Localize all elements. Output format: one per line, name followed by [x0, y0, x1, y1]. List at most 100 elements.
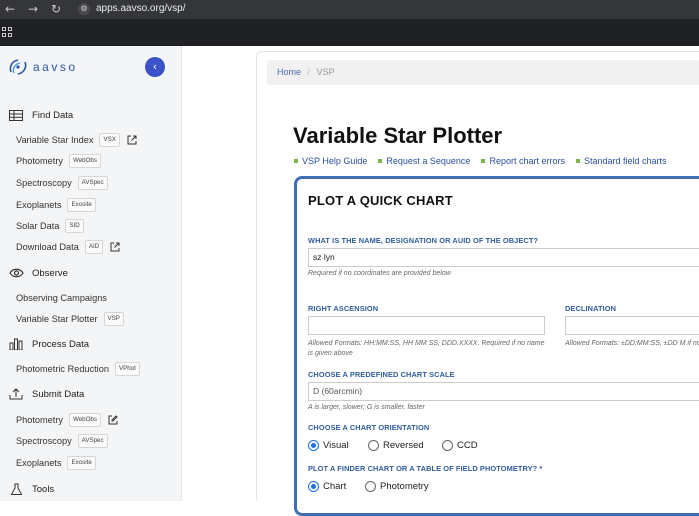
- address-bar[interactable]: ⚙ apps.aavso.org/vsp/: [72, 1, 699, 18]
- radio-selected-icon[interactable]: [308, 440, 319, 451]
- sidebar-item-solar-data[interactable]: Solar Data SID: [16, 218, 84, 234]
- section-tools[interactable]: Tools: [8, 481, 54, 497]
- edit-icon: [108, 415, 118, 425]
- sidebar-item-variable-star-plotter[interactable]: Variable Star Plotter VSP: [16, 311, 124, 327]
- sidebar-item-download-data[interactable]: Download Data AID: [16, 239, 120, 255]
- main-content: Home / VSP Variable Star Plotter VSP Hel…: [256, 51, 699, 516]
- declination-input[interactable]: [565, 316, 699, 335]
- radio-label: CCD: [457, 440, 478, 451]
- radio-icon[interactable]: [365, 481, 376, 492]
- radio-label: Photometry: [380, 481, 429, 492]
- browser-toolbar: ← → ↻ ⚙ apps.aavso.org/vsp/: [0, 0, 699, 19]
- sidebar-item-label: Exoplanets: [16, 200, 62, 210]
- link-vsp-help-guide[interactable]: VSP Help Guide: [294, 156, 367, 166]
- section-title: Observe: [32, 267, 68, 279]
- link-label[interactable]: Standard field charts: [584, 156, 667, 166]
- object-name-help: Required if no coordinates are provided …: [308, 270, 451, 277]
- breadcrumb-current: VSP: [316, 67, 335, 77]
- aavso-logo-icon: [9, 59, 27, 75]
- breadcrumb: Home / VSP: [267, 60, 699, 85]
- right-ascension-input[interactable]: [308, 316, 545, 335]
- chart-scale-label: CHOOSE A PREDEFINED CHART SCALE: [308, 370, 455, 379]
- type-chart-radio[interactable]: Chart: [308, 481, 346, 492]
- form-title: PLOT A QUICK CHART: [308, 193, 453, 208]
- section-find-data[interactable]: Find Data: [8, 107, 73, 123]
- badge: WebObs: [68, 413, 101, 427]
- sidebar-item-spectroscopy[interactable]: Spectroscopy AVSpec: [16, 175, 108, 191]
- external-link-icon: [127, 135, 137, 145]
- forward-icon[interactable]: →: [26, 2, 40, 16]
- sidebar-item-label: Variable Star Index: [16, 135, 94, 145]
- object-name-label: WHAT IS THE NAME, DESIGNATION OR AUID OF…: [308, 236, 539, 245]
- sidebar-item-label: Photometry: [16, 415, 63, 425]
- badge: VSP: [103, 312, 124, 326]
- sidebar-item-variable-star-index[interactable]: Variable Star Index VSX: [16, 132, 137, 148]
- orientation-reversed-radio[interactable]: Reversed: [368, 440, 424, 451]
- sidebar-item-photometric-reduction[interactable]: Photometric Reduction VPhot: [16, 361, 140, 377]
- sidebar-item-submit-photometry[interactable]: Photometry WebObs: [16, 412, 118, 428]
- badge: AID: [84, 240, 104, 254]
- breadcrumb-home-link[interactable]: Home: [277, 67, 301, 77]
- right-ascension-label: RIGHT ASCENSION: [308, 304, 379, 313]
- object-name-input[interactable]: sz lyn: [308, 248, 699, 267]
- sidebar: aavso ‹ Find Data Variable Star Index VS…: [0, 46, 182, 501]
- radio-icon[interactable]: [442, 440, 453, 451]
- section-title: Submit Data: [32, 388, 85, 400]
- browser-chrome: ← → ↻ ⚙ apps.aavso.org/vsp/: [0, 0, 699, 46]
- site-info-icon[interactable]: ⚙: [78, 3, 90, 15]
- upload-icon: [8, 387, 24, 401]
- badge: Exosite: [67, 198, 96, 212]
- reload-icon[interactable]: ↻: [49, 2, 63, 16]
- link-label[interactable]: Request a Sequence: [386, 156, 470, 166]
- sidebar-item-submit-exoplanets[interactable]: Exoplanets Exosite: [16, 455, 96, 471]
- sidebar-item-photometry[interactable]: Photometry WebObs: [16, 153, 101, 169]
- type-photometry-radio[interactable]: Photometry: [365, 481, 429, 492]
- link-label[interactable]: VSP Help Guide: [302, 156, 367, 166]
- radio-label: Visual: [323, 440, 349, 451]
- apps-grid-icon[interactable]: [2, 27, 12, 37]
- section-title: Tools: [32, 483, 55, 495]
- sidebar-item-exoplanets[interactable]: Exoplanets Exosite: [16, 197, 96, 213]
- orientation-ccd-radio[interactable]: CCD: [442, 440, 478, 451]
- link-request-sequence[interactable]: Request a Sequence: [378, 156, 470, 166]
- eye-icon: [8, 266, 24, 280]
- chart-scale-select[interactable]: D (60arcmin): [308, 382, 699, 401]
- badge: VPhot: [114, 362, 140, 376]
- section-observe[interactable]: Observe: [8, 265, 68, 281]
- back-icon[interactable]: ←: [3, 2, 17, 16]
- orientation-visual-radio[interactable]: Visual: [308, 440, 349, 451]
- external-link-icon: [110, 242, 120, 252]
- link-label[interactable]: Report chart errors: [489, 156, 565, 166]
- section-title: Process Data: [32, 338, 90, 350]
- link-standard-field-charts[interactable]: Standard field charts: [575, 156, 667, 166]
- logo-text: aavso: [33, 60, 78, 74]
- right-ascension-help: Allowed Formats: HH:MM:SS, HH MM SS, DDD…: [308, 340, 545, 357]
- aavso-logo[interactable]: aavso: [8, 58, 78, 76]
- collapse-sidebar-button[interactable]: ‹: [145, 57, 165, 77]
- bar-chart-icon: [8, 337, 24, 351]
- sidebar-item-submit-spectroscopy[interactable]: Spectroscopy AVSpec: [16, 433, 108, 449]
- section-submit-data[interactable]: Submit Data: [8, 386, 84, 402]
- sidebar-item-label: Exoplanets: [16, 458, 62, 468]
- sidebar-item-observing-campaigns[interactable]: Observing Campaigns: [16, 290, 107, 306]
- chart-scale-help: A is larger, slower; G is smaller, faste…: [308, 404, 425, 411]
- page-title: Variable Star Plotter: [293, 123, 503, 148]
- radio-label: Chart: [323, 481, 347, 492]
- section-title: Find Data: [32, 109, 74, 121]
- url-text[interactable]: apps.aavso.org/vsp/: [96, 3, 186, 14]
- link-report-chart-errors[interactable]: Report chart errors: [481, 156, 565, 166]
- radio-selected-icon[interactable]: [308, 481, 319, 492]
- badge: SID: [65, 219, 84, 233]
- sidebar-item-label: Download Data: [16, 242, 79, 252]
- badge: AVSpec: [77, 176, 108, 190]
- badge: VSX: [99, 133, 120, 147]
- sidebar-item-label: Solar Data: [16, 221, 60, 231]
- quick-chart-form: PLOT A QUICK CHART WHAT IS THE NAME, DES…: [294, 176, 699, 516]
- badge: WebObs: [68, 154, 101, 168]
- table-icon: [8, 108, 24, 122]
- sidebar-item-label: Observing Campaigns: [16, 293, 107, 303]
- section-process-data[interactable]: Process Data: [8, 336, 89, 352]
- sidebar-item-label: Spectroscopy: [16, 436, 72, 446]
- radio-icon[interactable]: [368, 440, 379, 451]
- help-links: VSP Help Guide Request a Sequence Report…: [294, 156, 678, 166]
